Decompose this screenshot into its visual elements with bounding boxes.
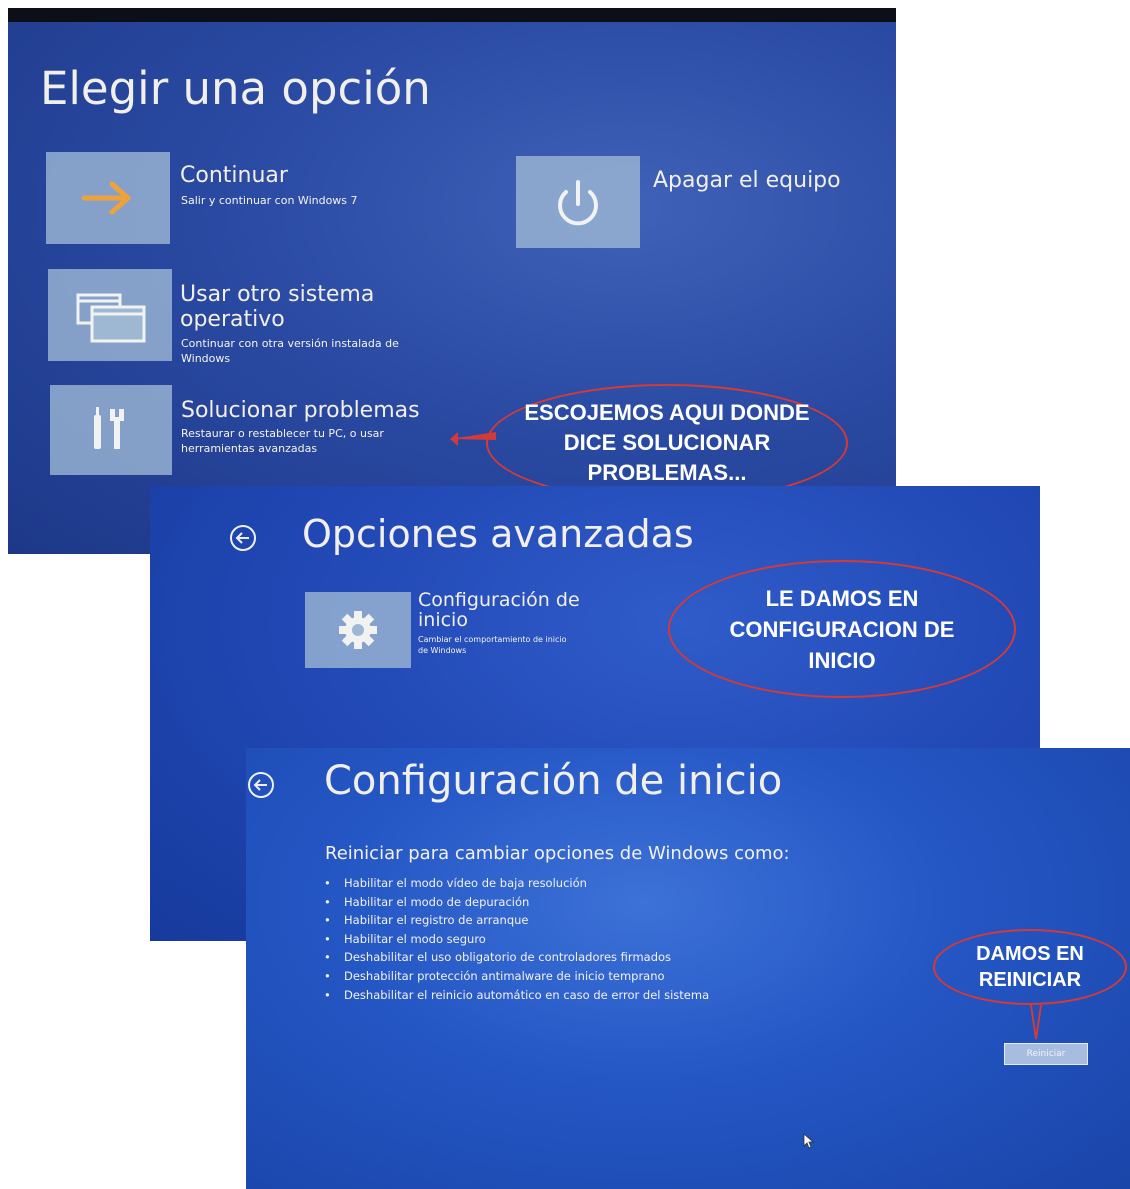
troubleshoot-description: Restaurar o restablecer tu PC, o usar he… <box>181 427 384 455</box>
startup-settings-description: Cambiar el comportamiento de inicio de W… <box>418 635 567 655</box>
power-icon <box>558 180 598 226</box>
continue-tile[interactable] <box>46 152 170 244</box>
page-title: Configuración de inicio <box>324 758 783 804</box>
windows-stack-icon <box>76 293 146 343</box>
annotation-arrow <box>1030 1004 1042 1040</box>
shutdown-tile[interactable] <box>516 156 640 248</box>
gear-icon <box>339 611 377 649</box>
continue-title: Continuar <box>180 163 288 188</box>
list-item: Deshabilitar el reinicio automático en c… <box>324 986 709 1005</box>
tools-icon <box>94 407 124 449</box>
list-item: Habilitar el modo seguro <box>324 930 709 949</box>
startup-options-list: Habilitar el modo vídeo de baja resoluci… <box>324 874 709 1004</box>
list-item: Habilitar el registro de arranque <box>324 911 709 930</box>
startup-settings-tile[interactable] <box>305 592 411 668</box>
use-other-os-title: Usar otro sistema operativo <box>180 282 375 332</box>
restart-subtitle: Reiniciar para cambiar opciones de Windo… <box>325 843 790 864</box>
startup-settings-screen: Configuración de inicio Reiniciar para c… <box>246 748 1130 1189</box>
mouse-cursor-icon <box>803 1133 815 1149</box>
troubleshoot-tile[interactable] <box>50 385 172 475</box>
use-other-os-tile[interactable] <box>48 269 172 361</box>
annotation-troubleshoot: ESCOJEMOS AQUI DONDE DICE SOLUCIONAR PRO… <box>486 384 848 502</box>
choose-option-screen: Elegir una opción Continuar Salir y cont… <box>8 8 896 554</box>
list-item: Deshabilitar protección antimalware de i… <box>324 967 709 986</box>
page-title: Opciones avanzadas <box>302 512 694 556</box>
list-item: Habilitar el modo vídeo de baja resoluci… <box>324 874 709 893</box>
annotation-restart: DAMOS EN REINICIAR <box>933 929 1127 1005</box>
troubleshoot-title: Solucionar problemas <box>181 398 420 423</box>
continue-description: Salir y continuar con Windows 7 <box>181 194 358 207</box>
back-icon[interactable] <box>230 525 256 551</box>
shutdown-title: Apagar el equipo <box>653 168 841 193</box>
list-item: Deshabilitar el uso obligatorio de contr… <box>324 948 709 967</box>
annotation-startup-settings: LE DAMOS EN CONFIGURACION DE INICIO <box>668 560 1016 698</box>
use-other-os-description: Continuar con otra versión instalada de … <box>181 337 399 365</box>
arrow-right-icon <box>81 181 131 215</box>
list-item: Habilitar el modo de depuración <box>324 893 709 912</box>
page-title: Elegir una opción <box>40 62 431 115</box>
startup-settings-title: Configuración de inicio <box>418 589 580 631</box>
restart-button[interactable]: Reiniciar <box>1004 1043 1088 1065</box>
back-icon[interactable] <box>248 772 274 798</box>
